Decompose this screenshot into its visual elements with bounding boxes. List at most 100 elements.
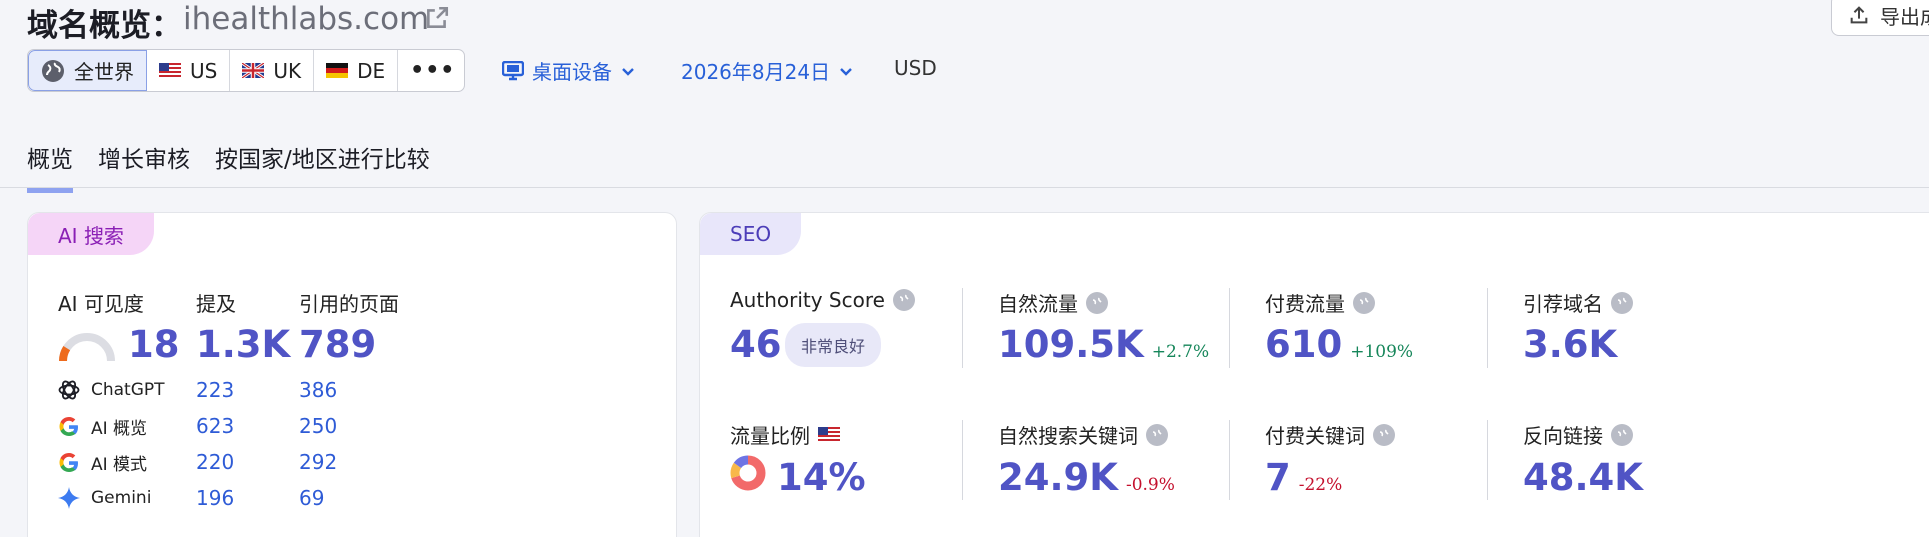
tab-overview[interactable]: 概览	[27, 140, 73, 193]
row-label: AI 概览	[91, 419, 148, 439]
chatgpt-mentions[interactable]: 223	[196, 378, 234, 402]
cited-pages-header: 引用的页面	[299, 292, 399, 316]
device-label: 桌面设备	[532, 60, 612, 84]
region-us[interactable]: US	[147, 50, 231, 91]
cited-pages-total[interactable]: 789	[299, 323, 376, 366]
de-flag-icon	[326, 63, 349, 78]
ai-mode-mentions[interactable]: 220	[196, 450, 234, 474]
paid-traffic-header: 付费流量	[1265, 288, 1375, 317]
chatgpt-cited[interactable]: 386	[299, 378, 337, 402]
chatgpt-icon	[58, 380, 80, 400]
metric-label: 付费关键词	[1265, 424, 1365, 448]
tab-bar: 概览 增长审核 按国家/地区进行比较	[27, 140, 430, 193]
tab-divider	[0, 187, 1929, 188]
metric-label: 自然搜索关键词	[998, 424, 1138, 448]
metric-label: 付费流量	[1265, 292, 1345, 316]
ai-overview-mentions[interactable]: 623	[196, 414, 234, 438]
globe-info-icon[interactable]	[1086, 291, 1108, 314]
ai-row-ai-mode: AI 模式	[57, 450, 147, 475]
traffic-share-value[interactable]: 14%	[777, 456, 866, 499]
seo-badge: SEO	[700, 213, 802, 255]
globe-info-icon[interactable]	[1611, 423, 1633, 446]
region-uk[interactable]: UK	[230, 50, 315, 91]
globe-info-icon[interactable]	[1611, 291, 1633, 314]
authority-score-value[interactable]: 46	[730, 323, 782, 366]
ai-row-ai-overview: AI 概览	[57, 414, 147, 439]
page-title: 域名概览：	[27, 8, 182, 44]
metric-label: 引荐域名	[1523, 292, 1603, 316]
row-label: AI 模式	[91, 455, 148, 475]
tab-compare-countries[interactable]: 按国家/地区进行比较	[215, 140, 430, 193]
region-selector: 全世界 US UK DE •••	[27, 49, 465, 92]
tab-growth-audit[interactable]: 增长审核	[98, 140, 190, 193]
device-dropdown[interactable]: 桌面设备	[502, 56, 636, 85]
gemini-mentions[interactable]: 196	[196, 486, 234, 510]
desktop-icon	[502, 60, 524, 80]
referring-domains-value[interactable]: 3.6K	[1523, 323, 1617, 366]
divider	[962, 288, 963, 368]
paid-keywords-delta: -22%	[1298, 475, 1343, 495]
paid-traffic-delta: +109%	[1350, 342, 1414, 362]
date-label: 2026年8月24日	[681, 60, 831, 84]
divider	[962, 420, 963, 500]
paid-keywords-value[interactable]: 7	[1265, 456, 1291, 499]
region-label: 全世界	[74, 60, 134, 84]
organic-traffic-value[interactable]: 109.5K	[998, 323, 1144, 366]
globe-icon	[42, 59, 64, 82]
divider	[1229, 288, 1230, 368]
gemini-cited[interactable]: 69	[299, 486, 324, 510]
google-icon	[59, 452, 78, 472]
region-de[interactable]: DE	[314, 50, 399, 91]
external-link-icon[interactable]	[424, 5, 450, 31]
region-worldwide[interactable]: 全世界	[28, 50, 147, 91]
divider	[1229, 420, 1230, 500]
us-flag-icon	[159, 63, 181, 78]
uk-flag-icon	[242, 63, 265, 78]
google-icon	[59, 416, 78, 436]
row-label: Gemini	[91, 488, 152, 508]
referring-domains-header: 引荐域名	[1523, 288, 1633, 317]
more-regions-button[interactable]: •••	[398, 50, 464, 91]
metric-label: 流量比例	[730, 424, 810, 448]
globe-info-icon[interactable]	[1146, 423, 1168, 446]
paid-keywords-header: 付费关键词	[1265, 420, 1395, 449]
metric-label: 自然流量	[998, 292, 1078, 316]
paid-traffic-block: 610 +109%	[1265, 323, 1413, 366]
ai-row-gemini: Gemini	[57, 486, 151, 510]
us-flag-icon	[818, 427, 840, 442]
ai-search-card: AI 搜索 AI 可见度 提及 引用的页面 18 1.3K 789 ChatGP…	[27, 212, 677, 537]
paid-traffic-value[interactable]: 610	[1265, 323, 1342, 366]
organic-keywords-value[interactable]: 24.9K	[998, 456, 1118, 499]
export-button[interactable]: 导出成	[1831, 0, 1929, 36]
visibility-gauge	[59, 333, 115, 362]
organic-keywords-block: 24.9K -0.9%	[998, 456, 1175, 499]
backlinks-value[interactable]: 48.4K	[1523, 456, 1643, 499]
globe-info-icon[interactable]	[1353, 291, 1375, 314]
more-icon: •••	[410, 58, 456, 83]
ai-visibility-score[interactable]: 18	[128, 323, 180, 366]
organic-traffic-block: 109.5K +2.7%	[998, 323, 1209, 366]
chevron-down-icon	[840, 67, 852, 76]
region-label: UK	[273, 58, 302, 83]
date-dropdown[interactable]: 2026年8月24日	[681, 56, 854, 85]
gemini-icon	[58, 487, 80, 509]
ai-overview-cited[interactable]: 250	[299, 414, 337, 438]
upload-icon	[1850, 6, 1868, 24]
metric-label: 反向链接	[1523, 424, 1603, 448]
ai-mode-cited[interactable]: 292	[299, 450, 337, 474]
organic-traffic-header: 自然流量	[998, 288, 1108, 317]
traffic-share-donut-icon	[730, 455, 766, 491]
divider	[1487, 420, 1488, 500]
globe-info-icon[interactable]	[892, 289, 915, 311]
metric-label: Authority Score	[730, 288, 885, 312]
globe-info-icon[interactable]	[1373, 423, 1395, 446]
authority-score-header: Authority Score	[730, 288, 915, 312]
backlinks-header: 反向链接	[1523, 420, 1633, 449]
mentions-header: 提及	[196, 292, 236, 316]
chevron-down-icon	[622, 67, 634, 76]
traffic-share-header: 流量比例	[730, 420, 840, 449]
seo-card: SEO Authority Score 46 非常良好 自然流量 109.5K …	[699, 212, 1929, 537]
domain-name[interactable]: ihealthlabs.com	[183, 1, 429, 37]
divider	[1487, 288, 1488, 368]
mentions-total[interactable]: 1.3K	[196, 323, 290, 366]
